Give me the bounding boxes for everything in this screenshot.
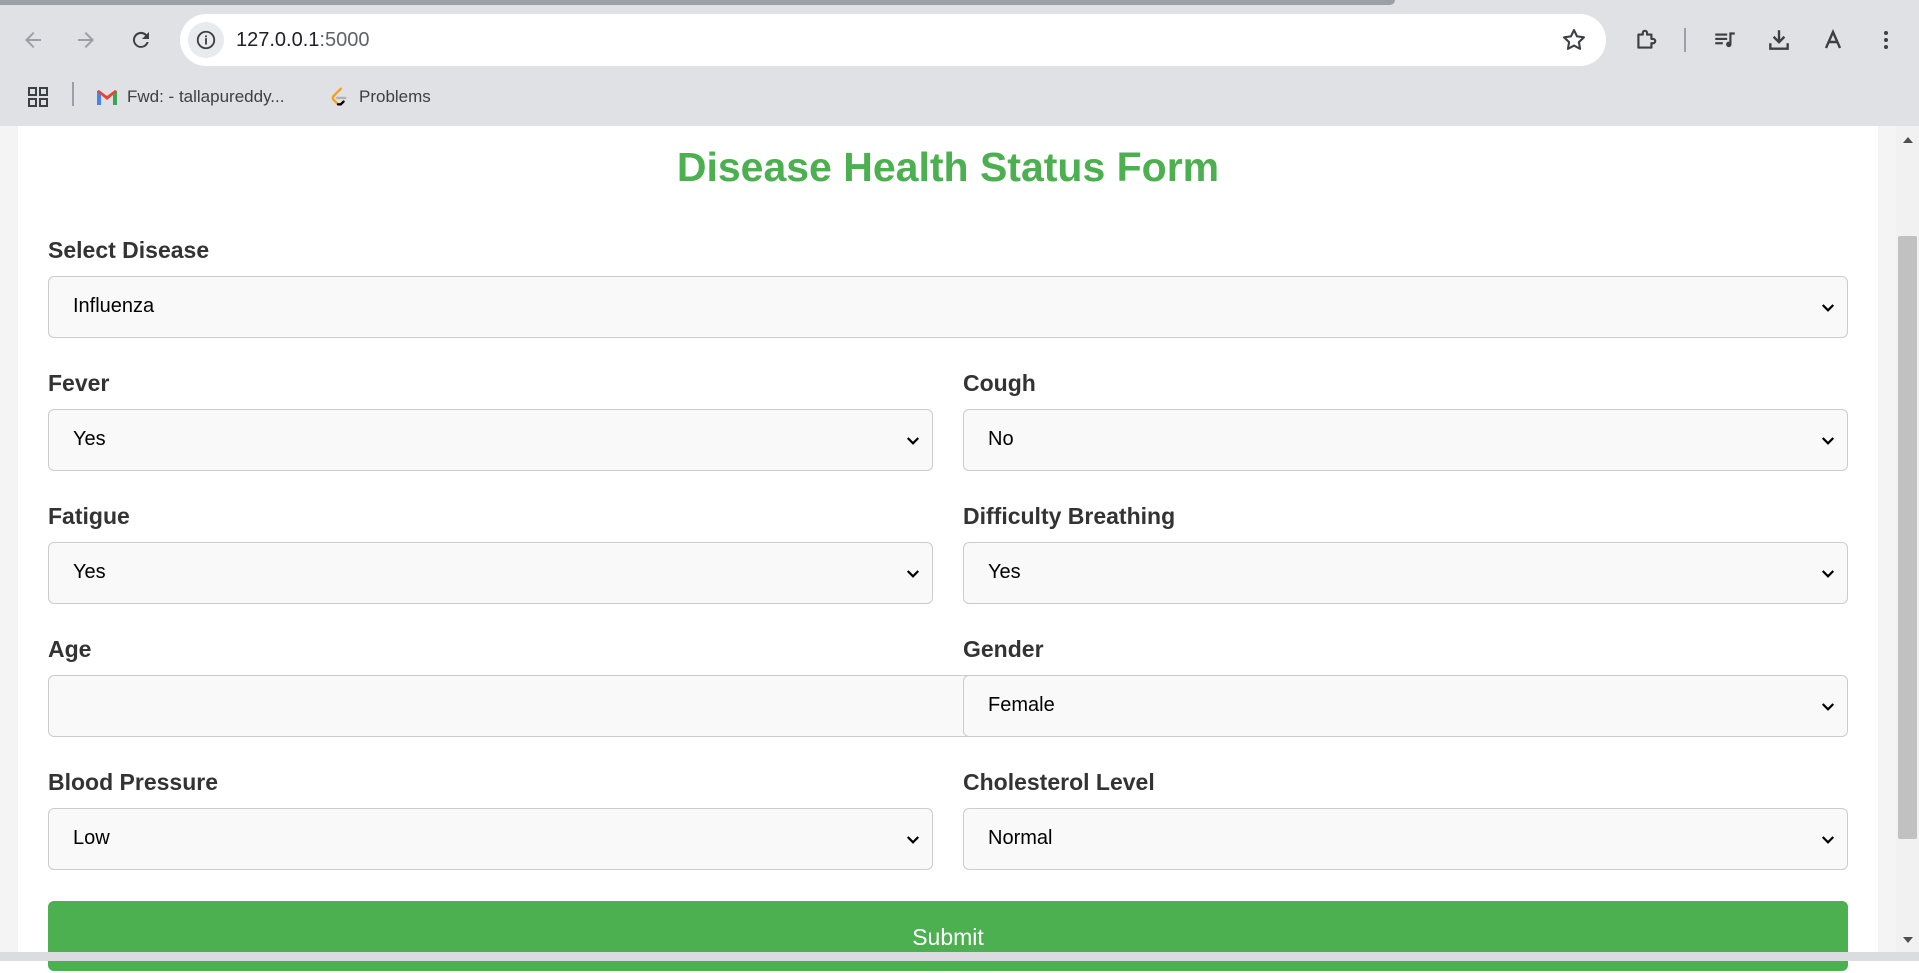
scroll-up-arrow-icon[interactable] (1900, 132, 1916, 148)
tab-strip (0, 0, 1395, 5)
chevron-down-icon (906, 437, 920, 445)
browser-toolbar: 127.0.0.1:5000 Fwd: - tallapureddy... Pr… (0, 0, 1919, 126)
chevron-down-icon (1821, 703, 1835, 711)
fatigue-select[interactable]: Yes (48, 542, 933, 604)
font-a-icon (1824, 29, 1842, 49)
reload-icon (132, 31, 149, 48)
url-port: :5000 (319, 29, 370, 51)
gmail-icon (97, 90, 117, 105)
toolbar-divider (1684, 28, 1686, 52)
scroll-down-arrow-icon[interactable] (1900, 932, 1916, 948)
gender-value: Female (988, 694, 1055, 716)
bp-value: Low (73, 827, 110, 849)
fever-label: Fever (48, 370, 110, 396)
fatigue-value: Yes (73, 561, 106, 583)
chevron-down-icon (1821, 304, 1835, 312)
chevron-down-icon (906, 570, 920, 578)
disease-value: Influenza (73, 295, 155, 317)
cough-label: Cough (963, 370, 1036, 396)
apps-grid-icon (28, 87, 48, 107)
bookmark-label: Problems (359, 87, 431, 106)
disease-label: Select Disease (48, 237, 210, 263)
age-label: Age (48, 636, 92, 662)
downloads-button[interactable] (1759, 20, 1799, 60)
reload-button[interactable] (121, 20, 161, 60)
cough-value: No (988, 428, 1014, 450)
cholesterol-select[interactable]: Normal (963, 808, 1848, 870)
leetcode-icon (331, 87, 347, 106)
back-button[interactable] (13, 20, 53, 60)
disease-select[interactable]: Influenza (48, 276, 1848, 338)
bp-label: Blood Pressure (48, 769, 218, 795)
fever-value: Yes (73, 428, 106, 450)
address-bar[interactable]: 127.0.0.1:5000 (180, 14, 1606, 66)
bookmarks-bar: Fwd: - tallapureddy... Problems (0, 78, 1919, 114)
window-bottom-edge (0, 952, 1919, 961)
chevron-down-icon (1821, 437, 1835, 445)
gender-select[interactable]: Female (963, 675, 1848, 737)
info-icon (196, 30, 216, 50)
chevron-down-icon (1821, 570, 1835, 578)
bookmark-star-icon[interactable] (1560, 26, 1588, 54)
forward-button[interactable] (66, 20, 106, 60)
url-host: 127.0.0.1 (236, 29, 320, 51)
cough-select[interactable]: No (963, 409, 1848, 471)
fatigue-label: Fatigue (48, 503, 130, 529)
download-icon (1769, 30, 1789, 50)
puzzle-icon (1637, 29, 1657, 49)
chevron-down-icon (906, 836, 920, 844)
apps-button[interactable] (26, 82, 50, 112)
url-text: 127.0.0.1:5000 (236, 29, 369, 52)
scrollbar-thumb[interactable] (1898, 236, 1917, 839)
page-title: Disease Health Status Form (676, 144, 1220, 190)
chevron-down-icon (1821, 836, 1835, 844)
fever-select[interactable]: Yes (48, 409, 933, 471)
cholesterol-value: Normal (988, 827, 1053, 849)
browser-menu-button[interactable] (1866, 20, 1906, 60)
breathing-value: Yes (988, 561, 1021, 583)
age-input[interactable] (48, 675, 978, 737)
playlist-music-icon (1715, 32, 1735, 48)
gender-label: Gender (963, 636, 1044, 662)
reading-mode-button[interactable] (1813, 20, 1853, 60)
bp-select[interactable]: Low (48, 808, 933, 870)
cholesterol-label: Cholesterol Level (963, 769, 1155, 795)
back-arrow-icon (25, 32, 41, 48)
bookmark-problems[interactable]: Problems (328, 82, 431, 112)
media-controls-button[interactable] (1705, 20, 1745, 60)
site-info-button[interactable] (188, 22, 224, 58)
breathing-label: Difficulty Breathing (963, 503, 1176, 529)
bookmark-gmail[interactable]: Fwd: - tallapureddy... (96, 82, 284, 112)
forward-arrow-icon (78, 32, 94, 48)
extensions-button[interactable] (1626, 20, 1666, 60)
kebab-menu-icon (1884, 31, 1888, 49)
bookmarks-divider (72, 82, 74, 106)
breathing-select[interactable]: Yes (963, 542, 1848, 604)
bookmark-label: Fwd: - tallapureddy... (127, 87, 285, 106)
